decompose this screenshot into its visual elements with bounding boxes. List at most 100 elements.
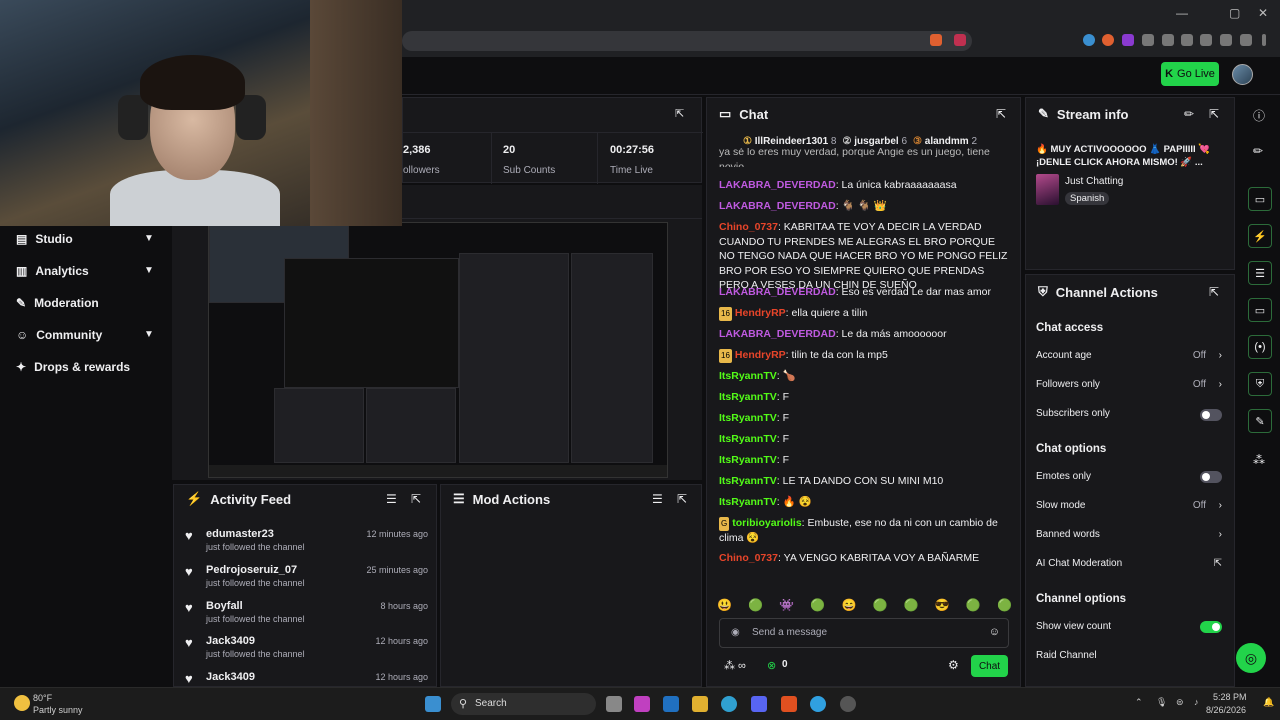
chat-username[interactable]: LAKABRA_DEVERDAD [719, 328, 836, 340]
category-name[interactable]: Just Chatting [1065, 176, 1123, 187]
info-icon[interactable]: ⓘ [1253, 107, 1265, 124]
emote-icon[interactable]: 😎 [935, 598, 950, 612]
popout-icon[interactable]: ⇱ [675, 107, 684, 120]
emotes-only-toggle[interactable] [1200, 471, 1222, 483]
emoji-picker-icon[interactable]: ☺ [989, 626, 1000, 638]
top-chatter-name[interactable]: alandmm [925, 136, 969, 147]
sidebar-icon[interactable] [1181, 34, 1193, 46]
chat-icon[interactable]: ▭ [1248, 298, 1272, 322]
help-button[interactable]: ◎ [1236, 643, 1266, 673]
chat-username[interactable]: ItsRyannTV [719, 454, 777, 466]
popout-icon[interactable]: ⇱ [677, 492, 687, 506]
brave-shield-icon[interactable] [930, 34, 942, 46]
account-age-row[interactable]: Account age Off › [1036, 350, 1226, 361]
chevron-up-icon[interactable]: ⌃ [1135, 697, 1143, 708]
chat-username[interactable]: HendryRP [735, 307, 786, 319]
taskbar-search[interactable]: ⚲ Search [451, 693, 596, 715]
wallet-icon[interactable] [1200, 34, 1212, 46]
chat-username[interactable]: LAKABRA_DEVERDAD [719, 200, 836, 212]
code-icon[interactable]: (•) [1248, 335, 1272, 359]
close-window-button[interactable]: ✕ [1258, 6, 1268, 20]
chat-username[interactable]: LAKABRA_DEVERDAD [719, 286, 836, 298]
emote-icon[interactable]: 🟢 [810, 598, 825, 612]
extension-icon[interactable] [1083, 34, 1095, 46]
share-icon[interactable]: ⁂ [1253, 453, 1265, 467]
sidebar-item-studio[interactable]: ▤ Studio [16, 232, 73, 246]
raid-channel-row[interactable]: Raid Channel [1036, 650, 1226, 661]
followers-only-row[interactable]: Followers only Off › [1036, 379, 1226, 390]
minimize-button[interactable]: — [1176, 6, 1188, 20]
ai-moderation-row[interactable]: AI Chat Moderation ⇱ [1036, 558, 1226, 569]
chat-username[interactable]: Chino_0737 [719, 552, 778, 564]
volume-icon[interactable]: ♪ [1194, 697, 1199, 707]
emote-icon[interactable]: 🟢 [904, 598, 919, 612]
brave-icon[interactable] [781, 696, 797, 712]
filter-icon[interactable]: ☰ [652, 492, 663, 506]
popout-icon[interactable]: ⇱ [996, 107, 1006, 121]
wifi-icon[interactable]: ⊜ [1176, 697, 1184, 708]
wrench-icon[interactable]: ✎ [1248, 409, 1272, 433]
chat-username[interactable]: Chino_0737 [719, 221, 778, 233]
category-thumbnail[interactable] [1036, 174, 1059, 205]
emote-icon[interactable]: 🟢 [873, 598, 888, 612]
chat-username[interactable]: LAKABRA_DEVERDAD [719, 179, 836, 191]
windows-start-icon[interactable] [425, 696, 441, 712]
go-live-button[interactable]: K Go Live [1161, 62, 1219, 86]
emote-icon[interactable]: 🟢 [966, 598, 981, 612]
weather-icon[interactable] [14, 695, 30, 711]
top-chatter-name[interactable]: jusgarbel [854, 136, 898, 147]
vpn-icon[interactable] [1240, 34, 1252, 46]
popout-icon[interactable]: ⇱ [411, 492, 421, 506]
emote-icon[interactable]: 🟢 [997, 598, 1012, 612]
settings-icon[interactable]: ⚙ [948, 658, 959, 672]
chat-input[interactable]: ◉ Send a message ☺ [719, 618, 1009, 648]
chat-username[interactable]: HendryRP [735, 349, 786, 361]
chevron-down-icon[interactable]: ▼ [144, 233, 154, 244]
top-chatter-name[interactable]: IllReindeer1301 [755, 136, 828, 147]
subscribers-only-toggle[interactable] [1200, 409, 1222, 421]
filter-icon[interactable]: ☰ [386, 492, 397, 506]
slow-mode-row[interactable]: Slow mode Off › [1036, 500, 1226, 511]
chat-username[interactable]: toribioyariolis [732, 517, 801, 529]
send-chat-button[interactable]: Chat [971, 655, 1008, 677]
banned-words-row[interactable]: Banned words › [1036, 529, 1226, 540]
task-view-icon[interactable] [606, 696, 622, 712]
edit-icon[interactable]: ✏ [1184, 107, 1194, 121]
emote-icon[interactable]: 🟢 [748, 598, 763, 612]
chat-username[interactable]: ItsRyannTV [719, 391, 777, 403]
clock-time[interactable]: 5:28 PM [1213, 692, 1247, 702]
stream-preview-video[interactable] [208, 222, 668, 478]
edge-icon[interactable] [721, 696, 737, 712]
mic-icon[interactable]: 🎙 [1156, 697, 1167, 708]
outlook-icon[interactable] [663, 696, 679, 712]
emote-icon[interactable]: 😃 [717, 598, 732, 612]
chat-username[interactable]: ItsRyannTV [719, 496, 777, 508]
maximize-button[interactable]: ▢ [1229, 6, 1240, 20]
bolt-icon[interactable]: ⚡ [1248, 224, 1272, 248]
popout-icon[interactable]: ⇱ [1209, 285, 1219, 299]
edit-icon[interactable]: ✏ [1253, 144, 1263, 158]
leo-icon[interactable] [1220, 34, 1232, 46]
file-explorer-icon[interactable] [692, 696, 708, 712]
brave-rewards-icon[interactable] [954, 34, 966, 46]
clock-date[interactable]: 8/26/2026 [1206, 705, 1246, 715]
sidebar-item-community[interactable]: ☺ Community [16, 328, 102, 342]
copilot-icon[interactable] [634, 696, 650, 712]
chevron-down-icon[interactable]: ▼ [144, 329, 154, 340]
notification-icon[interactable]: 🔔 [1263, 697, 1274, 708]
menu-icon[interactable] [1262, 34, 1266, 46]
sidebar-item-analytics[interactable]: ▥ Analytics [16, 264, 89, 278]
shield-icon[interactable]: ⛨ [1248, 372, 1272, 396]
popout-icon[interactable]: ⇱ [1209, 107, 1219, 121]
layout-icon[interactable]: ▭ [1248, 187, 1272, 211]
extension-icon[interactable] [1122, 34, 1134, 46]
chat-username[interactable]: ItsRyannTV [719, 412, 777, 424]
show-view-count-toggle[interactable] [1200, 621, 1222, 633]
sidebar-item-drops[interactable]: ✦ Drops & rewards [16, 360, 130, 374]
chat-username[interactable]: ItsRyannTV [719, 475, 777, 487]
app-icon[interactable] [840, 696, 856, 712]
music-icon[interactable] [1162, 34, 1174, 46]
puzzle-icon[interactable] [1142, 34, 1154, 46]
sidebar-item-moderation[interactable]: ✎ Moderation [16, 296, 99, 310]
address-bar[interactable] [402, 31, 972, 51]
